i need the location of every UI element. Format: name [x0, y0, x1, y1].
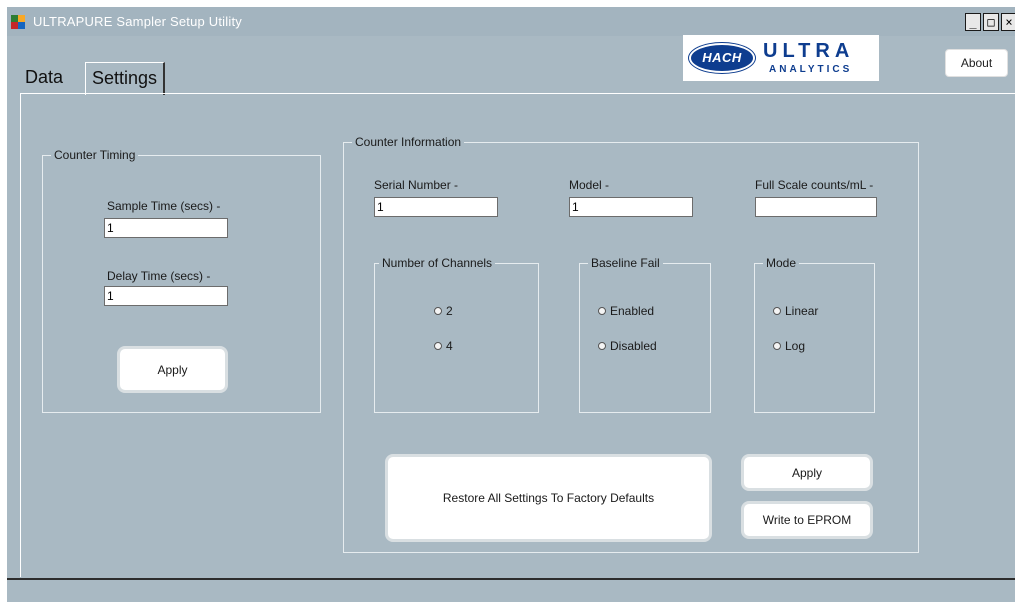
window-controls: _ □ ×	[965, 13, 1015, 31]
sample-time-label: Sample Time (secs) -	[107, 199, 221, 213]
baseline-fail-title: Baseline Fail	[588, 256, 663, 270]
baseline-fail-group: Baseline Fail Enabled Disabled	[579, 256, 711, 413]
channels-4-label: 4	[446, 339, 453, 353]
mode-linear-radio[interactable]: Linear	[773, 304, 818, 318]
app-icon	[11, 15, 25, 29]
settings-panel: Counter Timing Sample Time (secs) - 1 De…	[20, 93, 1015, 577]
close-button[interactable]: ×	[1001, 13, 1015, 31]
counter-timing-group: Counter Timing Sample Time (secs) - 1 De…	[42, 148, 321, 413]
number-of-channels-title: Number of Channels	[379, 256, 496, 270]
channels-4-radio[interactable]: 4	[434, 339, 453, 353]
mode-group: Mode Linear Log	[754, 256, 875, 413]
app-window: ULTRAPURE Sampler Setup Utility _ □ × HA…	[7, 7, 1015, 602]
info-apply-button[interactable]: Apply	[741, 454, 873, 491]
baseline-enabled-radio[interactable]: Enabled	[598, 304, 654, 318]
mode-linear-label: Linear	[785, 304, 819, 318]
baseline-enabled-label: Enabled	[610, 304, 655, 318]
baseline-disabled-label: Disabled	[610, 339, 657, 353]
radio-button-icon	[434, 307, 442, 315]
full-scale-label: Full Scale counts/mL -	[755, 178, 874, 192]
write-eprom-button[interactable]: Write to EPROM	[741, 501, 873, 539]
model-input[interactable]: 1	[569, 197, 693, 217]
app-icon-quadrant	[18, 22, 25, 29]
mode-log-radio[interactable]: Log	[773, 339, 805, 353]
delay-time-input[interactable]: 1	[104, 286, 228, 306]
logo-analytics-text: ANALYTICS	[769, 64, 853, 75]
hach-logo-mark: HACH	[689, 43, 755, 73]
logo-wordmark: ULTRA ANALYTICS	[763, 41, 854, 75]
title-bar[interactable]: ULTRAPURE Sampler Setup Utility _ □ ×	[7, 7, 1015, 36]
number-of-channels-group: Number of Channels 2 4	[374, 256, 539, 413]
radio-button-icon	[434, 342, 442, 350]
radio-button-icon	[598, 342, 606, 350]
serial-number-input[interactable]: 1	[374, 197, 498, 217]
timing-apply-button[interactable]: Apply	[117, 346, 228, 393]
tab-settings[interactable]: Settings	[85, 62, 166, 95]
sample-time-input[interactable]: 1	[104, 218, 228, 238]
radio-button-icon	[773, 342, 781, 350]
mode-title: Mode	[763, 256, 800, 270]
serial-number-label: Serial Number -	[374, 178, 459, 192]
window-title: ULTRAPURE Sampler Setup Utility	[33, 14, 242, 29]
minimize-button[interactable]: _	[965, 13, 981, 31]
baseline-disabled-radio[interactable]: Disabled	[598, 339, 657, 353]
counter-information-title: Counter Information	[352, 135, 465, 149]
logo-ultra-text: ULTRA	[763, 40, 855, 62]
restore-defaults-button[interactable]: Restore All Settings To Factory Defaults	[385, 454, 712, 542]
app-icon-quadrant	[11, 15, 18, 22]
full-scale-input[interactable]	[755, 197, 877, 217]
model-label: Model -	[569, 178, 610, 192]
status-divider	[7, 578, 1015, 580]
counter-timing-title: Counter Timing	[51, 148, 139, 162]
tab-data[interactable]: Data	[19, 62, 69, 93]
about-button[interactable]: About	[945, 49, 1008, 77]
radio-button-icon	[598, 307, 606, 315]
mode-log-label: Log	[785, 339, 806, 353]
app-icon-quadrant	[18, 15, 25, 22]
channels-2-radio[interactable]: 2	[434, 304, 453, 318]
radio-button-icon	[773, 307, 781, 315]
counter-information-group: Counter Information Serial Number - 1 Mo…	[343, 135, 919, 553]
delay-time-label: Delay Time (secs) -	[107, 269, 211, 283]
channels-2-label: 2	[446, 304, 453, 318]
maximize-button[interactable]: □	[983, 13, 999, 31]
hach-ultra-logo: HACH ULTRA ANALYTICS	[683, 35, 879, 81]
app-icon-quadrant	[11, 22, 18, 29]
